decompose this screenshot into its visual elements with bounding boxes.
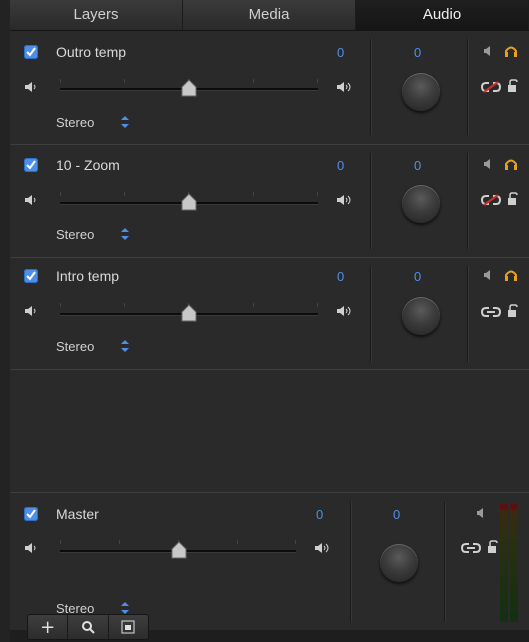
master-track: Master 0 Stereo 0 — [10, 494, 529, 630]
volume-low-icon — [25, 306, 36, 316]
left-strip — [0, 0, 10, 642]
channel-stepper-icon[interactable] — [120, 115, 130, 129]
master-volume-slider-thumb[interactable] — [171, 541, 187, 559]
track-level-value[interactable]: 0 — [337, 158, 344, 173]
track-name: 10 - Zoom — [56, 157, 120, 173]
unlock-icon[interactable] — [487, 540, 499, 554]
volume-slider-thumb[interactable] — [181, 304, 197, 322]
track-enable-checkbox[interactable] — [24, 158, 38, 172]
track-level-value[interactable]: 0 — [337, 269, 344, 284]
unlock-icon[interactable] — [507, 304, 519, 318]
volume-high-icon — [337, 195, 351, 205]
mute-speaker-icon[interactable] — [483, 269, 493, 281]
view-icon — [121, 620, 135, 634]
link-icon[interactable] — [460, 542, 482, 554]
link-icon[interactable] — [480, 306, 502, 318]
pan-knob[interactable] — [402, 185, 440, 223]
empty-track-area — [10, 370, 529, 493]
unlink-icon[interactable] — [480, 81, 502, 93]
tab-bar: Layers Media Audio — [10, 0, 529, 31]
audio-track: Outro temp 0 Stereo 0 — [10, 31, 529, 145]
unlock-icon[interactable] — [507, 79, 519, 93]
master-level-value[interactable]: 0 — [316, 507, 323, 522]
track-enable-checkbox[interactable] — [24, 45, 38, 59]
master-name: Master — [56, 506, 99, 522]
master-pan-value[interactable]: 0 — [393, 507, 400, 522]
track-enable-checkbox[interactable] — [24, 269, 38, 283]
volume-slider-thumb[interactable] — [181, 193, 197, 211]
pan-knob[interactable] — [402, 73, 440, 111]
volume-slider-thumb[interactable] — [181, 79, 197, 97]
track-name: Outro temp — [56, 44, 127, 60]
mute-speaker-icon[interactable] — [483, 45, 493, 57]
master-pan-knob[interactable] — [380, 544, 418, 582]
tab-media[interactable]: Media — [183, 0, 356, 30]
pan-value[interactable]: 0 — [414, 45, 421, 60]
audio-track: 10 - Zoom 0 Stereo 0 — [10, 145, 529, 258]
pan-value[interactable]: 0 — [414, 158, 421, 173]
master-enable-checkbox[interactable] — [24, 507, 38, 521]
volume-high-icon — [337, 82, 351, 92]
solo-headphones-icon[interactable] — [504, 268, 518, 282]
search-icon — [81, 621, 95, 634]
audio-track: Intro temp 0 Stereo 0 — [10, 258, 529, 370]
view-button[interactable] — [109, 615, 148, 639]
unlock-icon[interactable] — [507, 192, 519, 206]
channel-stepper-icon[interactable] — [120, 339, 130, 353]
pan-knob[interactable] — [402, 297, 440, 335]
unlink-icon[interactable] — [480, 194, 502, 206]
volume-low-icon — [25, 195, 36, 205]
volume-high-icon — [315, 543, 329, 553]
level-meter-left — [500, 504, 508, 622]
volume-low-icon — [25, 82, 36, 92]
channel-label: Stereo — [56, 227, 95, 242]
channel-label: Stereo — [56, 115, 95, 130]
toolbar-buttons: + — [27, 614, 149, 640]
volume-high-icon — [337, 306, 351, 316]
solo-headphones-icon[interactable] — [504, 44, 518, 58]
search-button[interactable] — [68, 615, 109, 639]
channel-label: Stereo — [56, 339, 95, 354]
channel-stepper-icon[interactable] — [120, 601, 130, 615]
level-meter-right — [510, 504, 518, 622]
tab-audio[interactable]: Audio — [356, 0, 529, 30]
track-level-value[interactable]: 0 — [337, 45, 344, 60]
tab-layers[interactable]: Layers — [10, 0, 183, 30]
solo-headphones-icon[interactable] — [504, 157, 518, 171]
add-button[interactable]: + — [28, 615, 69, 639]
mute-speaker-icon[interactable] — [476, 507, 486, 519]
plus-icon: + — [40, 616, 56, 638]
mute-speaker-icon[interactable] — [483, 158, 493, 170]
volume-low-icon — [25, 543, 36, 553]
channel-stepper-icon[interactable] — [120, 227, 130, 241]
pan-value[interactable]: 0 — [414, 269, 421, 284]
track-name: Intro temp — [56, 268, 120, 284]
